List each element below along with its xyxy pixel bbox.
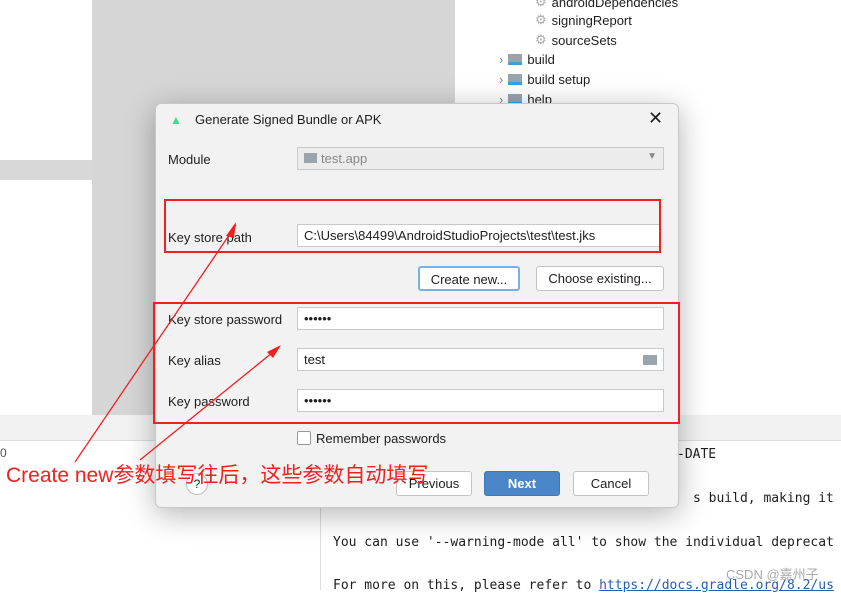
watermark: CSDN @嘉州子	[726, 567, 819, 582]
annotation-text: Create new参数填写往后，这些参数自动填写	[6, 464, 429, 487]
arrow-line	[74, 224, 237, 463]
arrow-head	[226, 222, 236, 238]
annotation-arrows	[74, 222, 281, 463]
arrow-line	[139, 347, 279, 461]
